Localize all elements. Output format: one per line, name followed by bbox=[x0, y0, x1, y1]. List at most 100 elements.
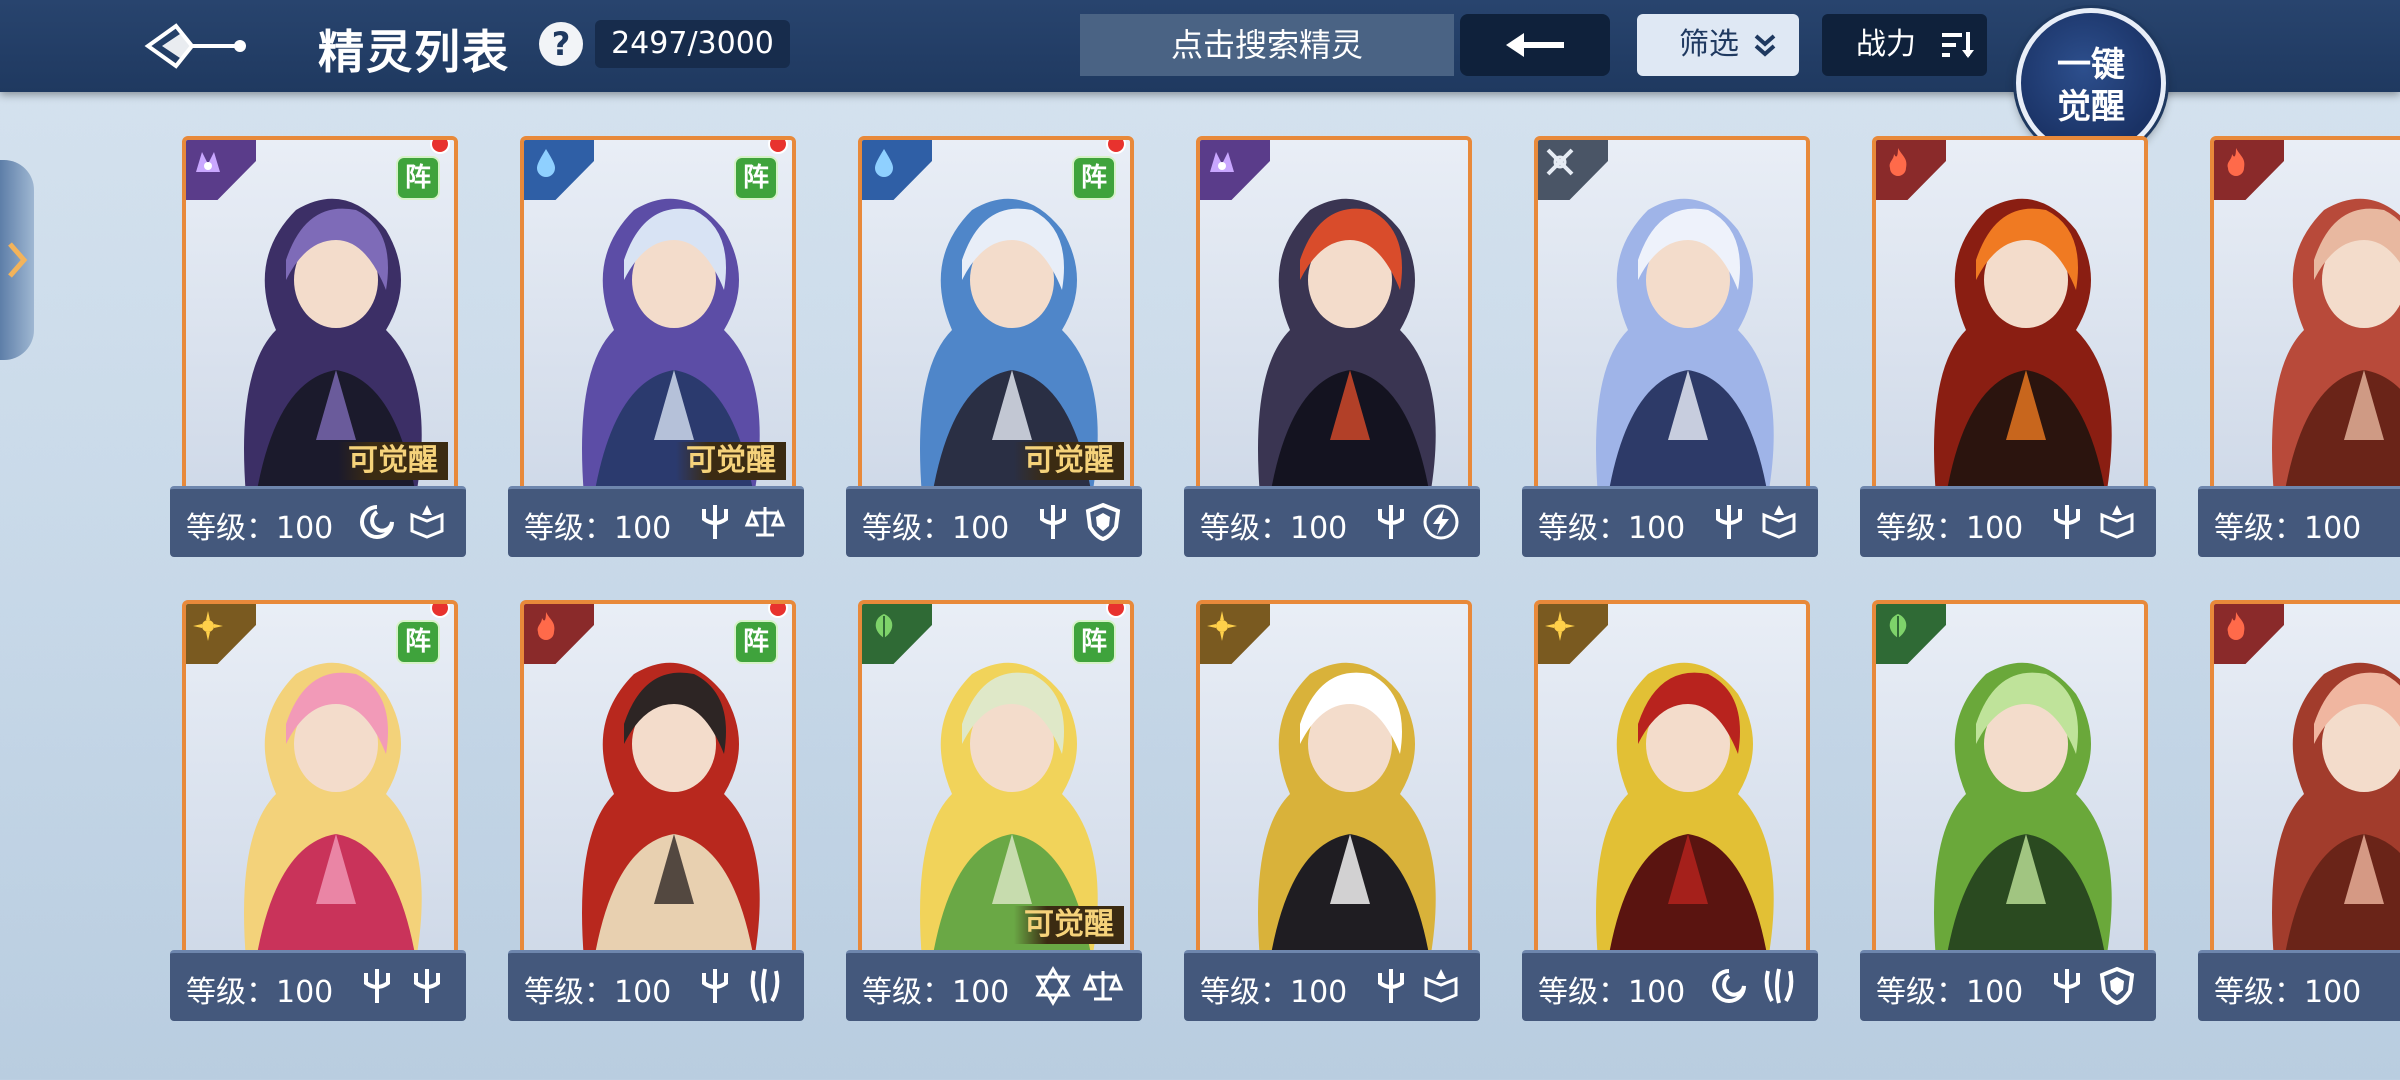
trident-icon bbox=[414, 969, 440, 1003]
elf-level: 等级：100 bbox=[1538, 975, 1686, 1010]
filter-button[interactable]: 筛选 bbox=[1637, 14, 1799, 76]
formation-badge: 阵 bbox=[396, 156, 440, 200]
elf-info-bar: 等级：100 bbox=[1184, 950, 1480, 1021]
elf-info-bar: 等级：100 bbox=[508, 486, 804, 557]
elf-card[interactable]: 阵可觉醒 等级：100 bbox=[846, 136, 1142, 557]
trident-icon bbox=[364, 969, 390, 1003]
search-back-button[interactable] bbox=[1460, 14, 1610, 76]
trident-icon bbox=[1378, 505, 1404, 539]
elf-portrait bbox=[1538, 604, 1806, 960]
back-emblem-icon[interactable] bbox=[140, 18, 250, 74]
elf-portrait bbox=[1538, 140, 1806, 496]
claw-icon bbox=[1764, 968, 1794, 1004]
elf-card[interactable]: 阵可觉醒 等级：100 bbox=[508, 136, 804, 557]
filter-label: 筛选 bbox=[1679, 27, 1739, 62]
elf-card[interactable]: 阵等级：100 bbox=[508, 600, 804, 1021]
elf-card[interactable]: 等级：100 bbox=[2198, 600, 2400, 1021]
elf-level: 等级：100 bbox=[862, 975, 1010, 1010]
power-label: 战力 bbox=[1856, 27, 1916, 62]
elf-info-bar: 等级：100 bbox=[1522, 486, 1818, 557]
swirl-icon bbox=[360, 505, 394, 539]
chevron-double-down-icon bbox=[1754, 34, 1776, 57]
elf-card[interactable]: 等级：100 bbox=[1860, 600, 2156, 1021]
awakenable-tag: 可觉醒 bbox=[338, 442, 448, 480]
elf-level: 等级：100 bbox=[186, 511, 334, 546]
elf-card[interactable]: 等级：100 bbox=[1184, 136, 1480, 557]
elf-card[interactable]: 等级：100 bbox=[1522, 600, 1818, 1021]
scale-icon bbox=[1082, 971, 1124, 1001]
elf-info-bar: 等级：100 bbox=[1860, 950, 2156, 1021]
sort-descending-icon bbox=[1942, 32, 1974, 58]
elf-card[interactable]: 等级：100 bbox=[1184, 600, 1480, 1021]
elf-level: 等级：100 bbox=[1538, 511, 1686, 546]
trident-icon bbox=[1040, 505, 1066, 539]
book-icon bbox=[410, 505, 444, 539]
sort-power-button[interactable]: 战力 bbox=[1822, 14, 1987, 76]
elf-card[interactable]: 阵可觉醒等级：100 bbox=[846, 600, 1142, 1021]
awakenable-tag: 可觉醒 bbox=[1014, 442, 1124, 480]
lightning-icon bbox=[1423, 504, 1459, 540]
elf-level: 等级：100 bbox=[2214, 511, 2362, 546]
trident-icon bbox=[702, 969, 728, 1003]
elf-level: 等级：100 bbox=[1876, 511, 2024, 546]
elf-info-bar: 等级：100 bbox=[508, 950, 804, 1021]
elf-info-bar: 等级：100 bbox=[846, 950, 1142, 1021]
elf-portrait-frame: 阵可觉醒 bbox=[858, 600, 1134, 964]
elf-portrait-frame: 阵 bbox=[182, 600, 458, 964]
elf-level: 等级：100 bbox=[524, 511, 672, 546]
elf-level: 等级：100 bbox=[2214, 975, 2362, 1010]
book-icon bbox=[2100, 505, 2134, 539]
elf-info-bar: 等级：100 bbox=[2198, 486, 2400, 557]
trident-icon bbox=[1378, 969, 1404, 1003]
shield-icon bbox=[2099, 966, 2135, 1006]
elf-card[interactable]: 阵等级：100 bbox=[170, 600, 466, 1021]
elf-info-bar: 等级：100 bbox=[1860, 486, 2156, 557]
elf-portrait-frame: 阵可觉醒 bbox=[182, 136, 458, 500]
elf-portrait-frame bbox=[2210, 600, 2400, 964]
scale-icon bbox=[744, 507, 786, 537]
trident-icon bbox=[702, 505, 728, 539]
elf-count: 2497/3000 bbox=[595, 20, 790, 68]
elf-level: 等级：100 bbox=[186, 975, 334, 1010]
elf-level: 等级：100 bbox=[1200, 975, 1348, 1010]
side-expand-tab[interactable] bbox=[0, 160, 34, 360]
swirl-icon bbox=[1712, 969, 1746, 1003]
elf-level: 等级：100 bbox=[1200, 511, 1348, 546]
elf-portrait-frame bbox=[1196, 600, 1472, 964]
elf-level: 等级：100 bbox=[862, 511, 1010, 546]
formation-badge: 阵 bbox=[1072, 156, 1116, 200]
elf-portrait-frame: 阵可觉醒 bbox=[858, 136, 1134, 500]
elf-portrait bbox=[1876, 140, 2144, 496]
elf-level: 等级：100 bbox=[524, 975, 672, 1010]
formation-badge: 阵 bbox=[734, 156, 778, 200]
help-icon[interactable]: ? bbox=[539, 22, 583, 66]
trident-icon bbox=[1716, 505, 1742, 539]
elf-portrait-frame bbox=[2210, 136, 2400, 500]
trident-icon bbox=[2054, 505, 2080, 539]
trident-icon bbox=[2054, 969, 2080, 1003]
elf-portrait-frame bbox=[1872, 600, 2148, 964]
elf-info-bar: 等级：100 bbox=[1184, 486, 1480, 557]
shield-icon bbox=[1085, 502, 1121, 542]
search-input[interactable]: 点击搜索精灵 bbox=[1080, 14, 1454, 76]
elf-card[interactable]: 等级：100 bbox=[1522, 136, 1818, 557]
elf-card[interactable]: 等级：100 bbox=[2198, 136, 2400, 557]
elf-info-bar: 等级：100 bbox=[2198, 950, 2400, 1021]
elf-portrait-frame bbox=[1196, 136, 1472, 500]
elf-info-bar: 等级：100 bbox=[170, 486, 466, 557]
arrow-left-icon bbox=[1506, 33, 1564, 57]
page-title: 精灵列表 bbox=[318, 25, 510, 79]
elf-card[interactable]: 等级：100 bbox=[1860, 136, 2156, 557]
elf-info-bar: 等级：100 bbox=[846, 486, 1142, 557]
chevron-right-icon bbox=[8, 242, 28, 278]
elf-card[interactable]: 阵可觉醒 等级：100 bbox=[170, 136, 466, 557]
elf-portrait bbox=[1200, 604, 1468, 960]
formation-badge: 阵 bbox=[396, 620, 440, 664]
elf-info-bar: 等级：100 bbox=[1522, 950, 1818, 1021]
elf-portrait-frame bbox=[1534, 136, 1810, 500]
elf-portrait-frame bbox=[1872, 136, 2148, 500]
formation-badge: 阵 bbox=[1072, 620, 1116, 664]
awaken-all-line2: 觉醒 bbox=[2057, 87, 2125, 127]
elf-info-bar: 等级：100 bbox=[170, 950, 466, 1021]
formation-badge: 阵 bbox=[734, 620, 778, 664]
